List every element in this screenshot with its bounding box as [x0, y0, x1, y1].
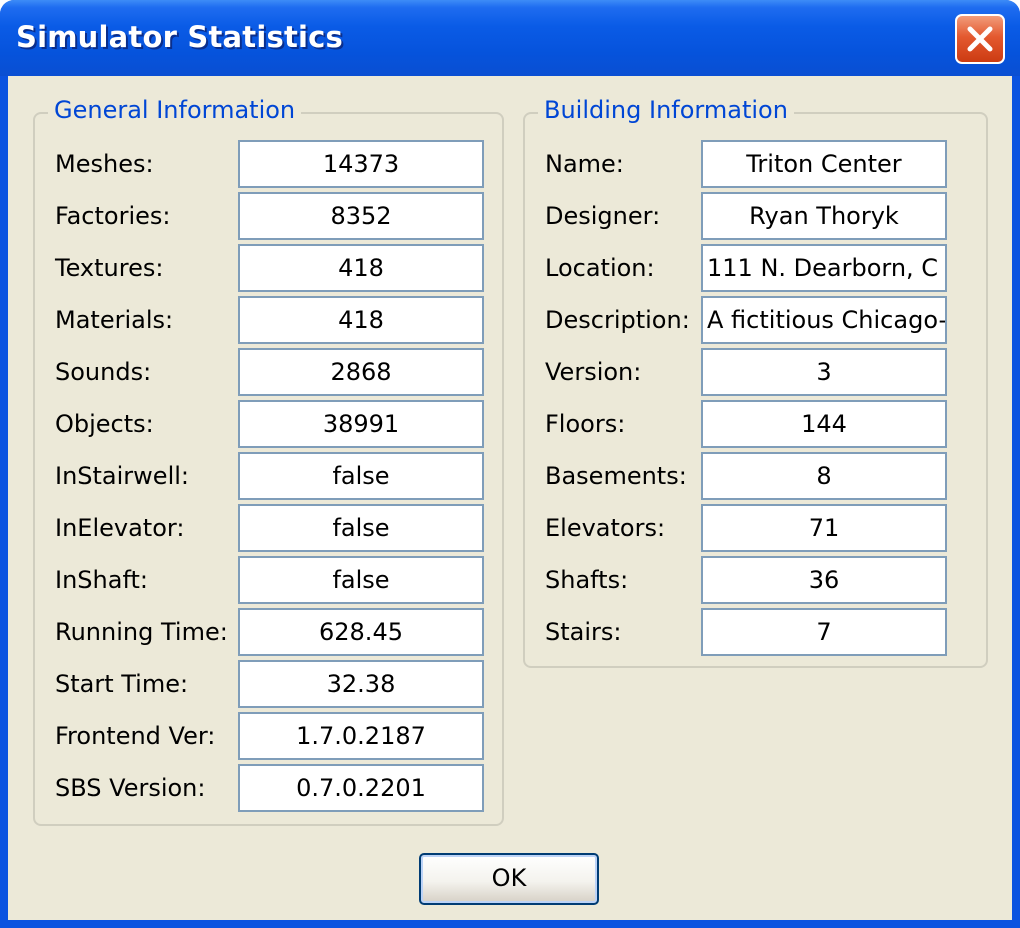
- general-row-value-field[interactable]: 418: [238, 244, 484, 292]
- general-row-label: SBS Version:: [55, 774, 206, 802]
- general-row-label: InStairwell:: [55, 462, 189, 490]
- building-row-value-field[interactable]: 7: [701, 608, 947, 656]
- close-icon: [967, 26, 993, 52]
- building-row-value-field[interactable]: Ryan Thoryk: [701, 192, 947, 240]
- building-row-label: Basements:: [545, 462, 687, 490]
- general-row-label: InElevator:: [55, 514, 185, 542]
- general-row-value-field[interactable]: false: [238, 452, 484, 500]
- window-title: Simulator Statistics: [16, 20, 344, 54]
- building-row-value-field[interactable]: 3: [701, 348, 947, 396]
- general-row-label: InShaft:: [55, 566, 148, 594]
- general-row-value-field[interactable]: 38991: [238, 400, 484, 448]
- general-row-value-field[interactable]: 8352: [238, 192, 484, 240]
- general-row-value-field[interactable]: 0.7.0.2201: [238, 764, 484, 812]
- building-information-title: Building Information: [538, 96, 794, 124]
- general-information-title: General Information: [48, 96, 302, 124]
- general-row-label: Meshes:: [55, 150, 154, 178]
- building-row-label: Floors:: [545, 410, 626, 438]
- general-row-label: Factories:: [55, 202, 171, 230]
- building-row-label: Designer:: [545, 202, 661, 230]
- building-row-value-field[interactable]: 36: [701, 556, 947, 604]
- general-row-value-field[interactable]: 418: [238, 296, 484, 344]
- general-row-label: Objects:: [55, 410, 154, 438]
- building-row-value-field[interactable]: 8: [701, 452, 947, 500]
- close-button[interactable]: [955, 14, 1005, 64]
- dialog-client-area: General Information Building Information…: [8, 76, 1012, 920]
- general-row-value-field[interactable]: 32.38: [238, 660, 484, 708]
- building-row-label: Location:: [545, 254, 655, 282]
- general-row-value-field[interactable]: 14373: [238, 140, 484, 188]
- general-row-label: Materials:: [55, 306, 174, 334]
- building-row-label: Shafts:: [545, 566, 629, 594]
- ok-button[interactable]: OK: [419, 853, 599, 905]
- building-row-label: Elevators:: [545, 514, 666, 542]
- general-row-value-field[interactable]: 628.45: [238, 608, 484, 656]
- general-row-value-field[interactable]: 2868: [238, 348, 484, 396]
- general-row-value-field[interactable]: false: [238, 504, 484, 552]
- building-row-value-field[interactable]: 71: [701, 504, 947, 552]
- general-row-label: Textures:: [55, 254, 164, 282]
- building-row-label: Stairs:: [545, 618, 622, 646]
- general-row-value-field[interactable]: 1.7.0.2187: [238, 712, 484, 760]
- building-row-value-field[interactable]: 144: [701, 400, 947, 448]
- general-row-label: Running Time:: [55, 618, 228, 646]
- general-row-label: Frontend Ver:: [55, 722, 216, 750]
- building-row-value-field[interactable]: 111 N. Dearborn, C: [701, 244, 947, 292]
- general-row-label: Sounds:: [55, 358, 152, 386]
- building-row-label: Description:: [545, 306, 690, 334]
- simulator-statistics-window: Simulator Statistics General Information…: [0, 0, 1020, 928]
- building-row-value-field[interactable]: Triton Center: [701, 140, 947, 188]
- building-row-value-field[interactable]: A fictitious Chicago-: [701, 296, 947, 344]
- title-bar[interactable]: Simulator Statistics: [0, 0, 1020, 76]
- general-row-label: Start Time:: [55, 670, 189, 698]
- building-row-label: Version:: [545, 358, 642, 386]
- building-row-label: Name:: [545, 150, 624, 178]
- general-row-value-field[interactable]: false: [238, 556, 484, 604]
